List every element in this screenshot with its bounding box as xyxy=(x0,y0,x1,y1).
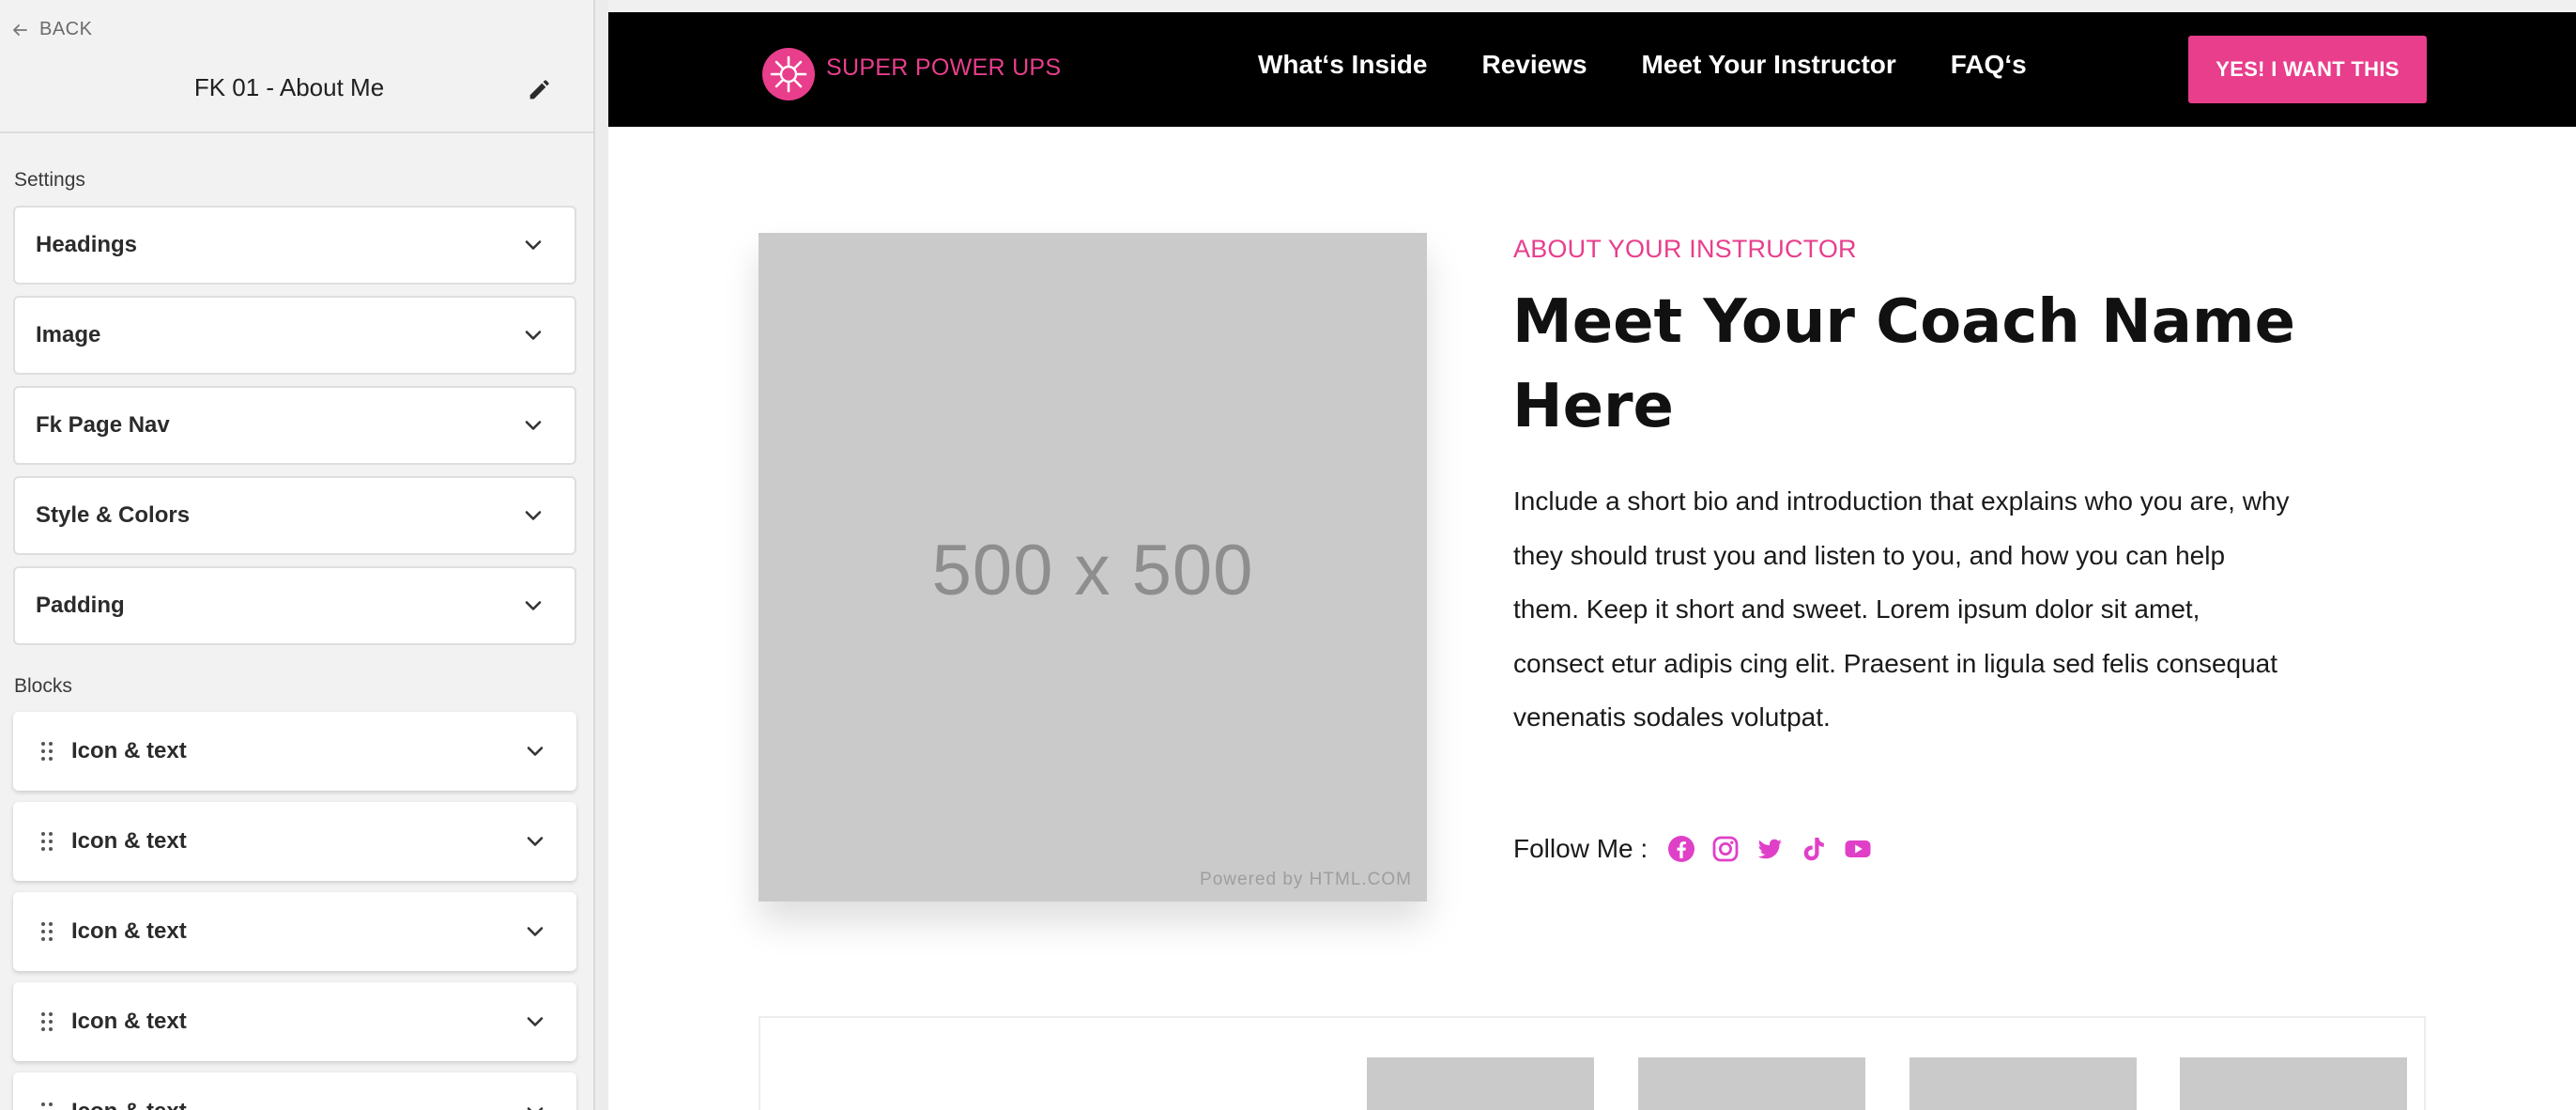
sidebar-divider xyxy=(0,131,593,133)
brand-name: SUPER POWER UPS xyxy=(826,54,1062,81)
instructor-image-placeholder: 500 x 500 Powered by HTML.COM xyxy=(759,233,1427,902)
setting-panel-label: Fk Page Nav xyxy=(36,412,170,438)
cta-button[interactable]: YES! I WANT THIS xyxy=(2188,36,2427,103)
setting-panel-image[interactable]: Image xyxy=(13,296,576,375)
chevron-down-icon xyxy=(525,421,542,430)
chevron-down-icon xyxy=(527,1017,544,1026)
chevron-down-icon xyxy=(525,240,542,250)
setting-panel-padding[interactable]: Padding xyxy=(13,566,576,645)
drag-handle-icon[interactable] xyxy=(38,1010,56,1034)
drag-handle-icon[interactable] xyxy=(38,829,56,854)
youtube-link[interactable] xyxy=(1843,834,1873,864)
nav-link-meet-instructor[interactable]: Meet Your Instructor xyxy=(1642,50,1896,80)
drag-handle-icon[interactable] xyxy=(38,1100,56,1110)
twitter-link[interactable] xyxy=(1755,834,1785,864)
back-label: BACK xyxy=(39,19,93,39)
section-heading: Meet Your Coach Name Here xyxy=(1512,287,2295,441)
youtube-icon xyxy=(1845,840,1871,857)
image-placeholder xyxy=(1638,1057,1865,1110)
drag-handle-icon[interactable] xyxy=(38,919,56,944)
chevron-down-icon xyxy=(525,601,542,610)
block-item[interactable]: Icon & text xyxy=(13,802,576,881)
chevron-down-icon xyxy=(527,1107,544,1110)
nav-link-whats-inside[interactable]: What‘s Inside xyxy=(1258,50,1427,80)
preview-gutter xyxy=(595,0,608,1110)
setting-panel-label: Style & Colors xyxy=(36,502,191,528)
block-item[interactable]: Icon & text xyxy=(13,1072,576,1110)
settings-label: Settings xyxy=(14,169,85,191)
block-label: Icon & text xyxy=(71,828,187,854)
starburst-logo-icon xyxy=(762,48,815,100)
image-placeholder xyxy=(1909,1057,2137,1110)
twitter-icon xyxy=(1757,839,1783,859)
follow-row: Follow Me : xyxy=(1513,834,1887,864)
section-title: FK 01 - About Me xyxy=(193,73,385,101)
site-navbar: SUPER POWER UPS What‘s Inside Reviews Me… xyxy=(608,12,2576,127)
setting-panel-page-nav[interactable]: Fk Page Nav xyxy=(13,386,576,465)
setting-panel-label: Image xyxy=(36,322,101,347)
nav-link-faqs[interactable]: FAQ‘s xyxy=(1951,50,2027,80)
nav-link-reviews[interactable]: Reviews xyxy=(1481,50,1587,80)
back-button[interactable]: BACK xyxy=(11,19,92,40)
setting-panel-headings[interactable]: Headings xyxy=(13,206,576,285)
editor-sidebar: BACK FK 01 - About Me Settings Headings … xyxy=(0,0,595,1110)
setting-panel-label: Padding xyxy=(36,593,125,618)
instructor-bio: Include a short bio and introduction tha… xyxy=(1513,486,2290,732)
setting-panel-label: Headings xyxy=(36,232,138,257)
rename-button[interactable] xyxy=(523,74,555,106)
instagram-icon xyxy=(1712,836,1739,862)
image-placeholder xyxy=(2180,1057,2407,1110)
facebook-link[interactable] xyxy=(1666,834,1696,864)
chevron-down-icon xyxy=(527,747,544,756)
pencil-icon xyxy=(529,80,549,100)
chevron-down-icon xyxy=(527,927,544,936)
block-item[interactable]: Icon & text xyxy=(13,892,576,971)
block-item[interactable]: Icon & text xyxy=(13,982,576,1061)
brand[interactable]: SUPER POWER UPS xyxy=(760,46,1061,102)
placeholder-powered-text: Powered by HTML.COM xyxy=(1200,870,1412,889)
block-label: Icon & text xyxy=(71,918,187,944)
tiktok-link[interactable] xyxy=(1799,834,1829,864)
image-placeholder xyxy=(1367,1057,1594,1110)
instagram-link[interactable] xyxy=(1710,834,1740,864)
setting-panel-style-colors[interactable]: Style & Colors xyxy=(13,476,576,555)
drag-handle-icon[interactable] xyxy=(38,739,56,763)
arrow-left-icon xyxy=(13,23,27,36)
block-label: Icon & text xyxy=(71,1099,522,1110)
page-preview: SUPER POWER UPS What‘s Inside Reviews Me… xyxy=(608,0,2576,1110)
nav-links: What‘s Inside Reviews Meet Your Instruct… xyxy=(1258,50,2027,80)
block-label: Icon & text xyxy=(71,1009,187,1034)
chevron-down-icon xyxy=(525,511,542,520)
facebook-icon xyxy=(1668,836,1695,862)
blocks-label: Blocks xyxy=(14,675,72,697)
chevron-down-icon xyxy=(527,837,544,846)
chevron-down-icon xyxy=(525,331,542,340)
tiktok-icon xyxy=(1803,838,1824,861)
block-item[interactable]: Icon & text xyxy=(13,712,576,791)
placeholder-size-text: 500 x 500 xyxy=(931,531,1254,610)
section-eyebrow: ABOUT YOUR INSTRUCTOR xyxy=(1513,235,1857,263)
preview-top-strip xyxy=(608,0,2576,12)
block-label: Icon & text xyxy=(71,738,187,763)
follow-label: Follow Me : xyxy=(1513,834,1648,863)
